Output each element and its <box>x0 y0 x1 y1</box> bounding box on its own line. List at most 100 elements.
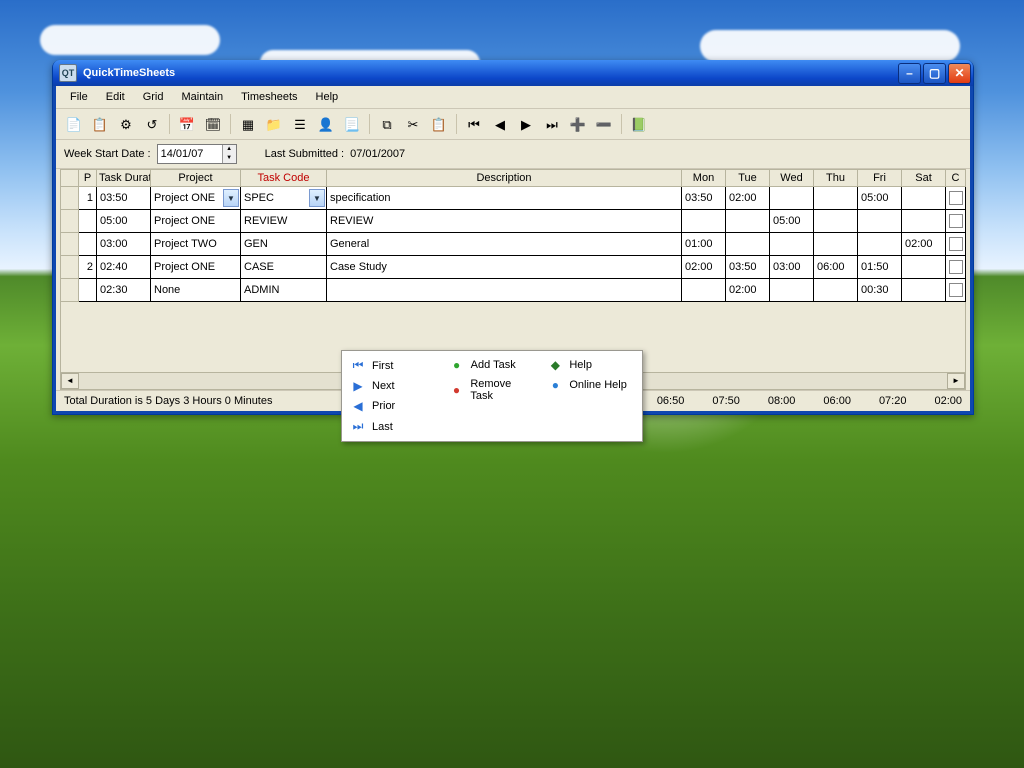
cell-p[interactable] <box>79 220 96 222</box>
title-bar[interactable]: QT QuickTimeSheets – ▢ ✕ <box>53 60 973 86</box>
close-button[interactable]: ✕ <box>948 63 971 84</box>
cell-mon[interactable] <box>682 220 725 222</box>
menu-timesheets[interactable]: Timesheets <box>233 89 305 105</box>
cell-fri[interactable] <box>858 243 901 245</box>
date-spinner[interactable]: ▲ ▼ <box>222 145 236 163</box>
cell-p[interactable]: 2 <box>79 260 96 274</box>
menu-help[interactable]: Help <box>308 89 347 105</box>
list-icon[interactable]: ☰ <box>288 112 312 136</box>
context-menu[interactable]: ⏮First▶Next◀Prior⏭Last ●Add Task●Remove … <box>341 350 643 442</box>
cell-description[interactable]: specification <box>327 191 681 205</box>
cell-sat[interactable]: 02:00 <box>902 237 945 251</box>
col-tue[interactable]: Tue <box>726 170 770 187</box>
cell-mon[interactable] <box>682 289 725 291</box>
cell-sat[interactable] <box>902 289 945 291</box>
cell-fri[interactable]: 00:30 <box>858 283 901 297</box>
cell-project[interactable]: Project TWO <box>151 237 240 251</box>
row-checkbox[interactable] <box>949 260 963 274</box>
copy-icon[interactable]: ⧉ <box>375 112 399 136</box>
col-wed[interactable]: Wed <box>770 170 814 187</box>
cell-p[interactable]: 1 <box>79 191 96 205</box>
cell-tue[interactable]: 03:50 <box>726 260 769 274</box>
cell-task-code[interactable]: ADMIN <box>241 283 326 297</box>
ctx-remove-task[interactable]: ●Remove Task <box>443 375 542 405</box>
cell-duration[interactable]: 02:40 <box>97 260 150 274</box>
ctx-add-task[interactable]: ●Add Task <box>443 355 542 375</box>
cell-thu[interactable]: 06:00 <box>814 260 857 274</box>
cell-p[interactable] <box>79 243 96 245</box>
col-thu[interactable]: Thu <box>814 170 858 187</box>
maximize-button[interactable]: ▢ <box>923 63 946 84</box>
menu-edit[interactable]: Edit <box>98 89 133 105</box>
cell-description[interactable]: REVIEW <box>327 214 681 228</box>
cell-wed[interactable]: 03:00 <box>770 260 813 274</box>
col-fri[interactable]: Fri <box>858 170 902 187</box>
menu-grid[interactable]: Grid <box>135 89 172 105</box>
ctx-online-help[interactable]: ●Online Help <box>541 375 640 395</box>
settings-icon[interactable]: ⚙ <box>114 112 138 136</box>
cell-project[interactable]: Project ONE <box>151 191 223 205</box>
cell-tue[interactable] <box>726 220 769 222</box>
cell-mon[interactable]: 01:00 <box>682 237 725 251</box>
first-icon[interactable]: ⏮ <box>462 112 486 136</box>
cell-duration[interactable]: 03:50 <box>97 191 150 205</box>
table-row[interactable]: 202:40Project ONECASECase Study02:0003:5… <box>61 256 966 279</box>
row-checkbox[interactable] <box>949 214 963 228</box>
cell-description[interactable]: General <box>327 237 681 251</box>
cut-icon[interactable]: ✂ <box>401 112 425 136</box>
folder-icon[interactable]: 📁 <box>262 112 286 136</box>
cell-task-code[interactable]: REVIEW <box>241 214 326 228</box>
cell-duration[interactable]: 05:00 <box>97 214 150 228</box>
row-checkbox[interactable] <box>949 283 963 297</box>
prior-icon[interactable]: ◀ <box>488 112 512 136</box>
cell-wed[interactable]: 05:00 <box>770 214 813 228</box>
cell-wed[interactable] <box>770 289 813 291</box>
scroll-left-icon[interactable]: ◄ <box>61 373 79 389</box>
minimize-button[interactable]: – <box>898 63 921 84</box>
cell-duration[interactable]: 03:00 <box>97 237 150 251</box>
menu-file[interactable]: File <box>62 89 96 105</box>
cell-project[interactable]: Project ONE <box>151 214 240 228</box>
grid-icon[interactable]: ▦ <box>236 112 260 136</box>
ctx-first[interactable]: ⏮First <box>344 355 443 376</box>
help-icon[interactable]: 📗 <box>627 112 651 136</box>
properties-icon[interactable]: 📋 <box>88 112 112 136</box>
col-description[interactable]: Description <box>327 170 682 187</box>
cell-description[interactable] <box>327 289 681 291</box>
next-icon[interactable]: ▶ <box>514 112 538 136</box>
scroll-right-icon[interactable]: ► <box>947 373 965 389</box>
cell-tue[interactable]: 02:00 <box>726 191 769 205</box>
timesheet-grid[interactable]: P Task Duration Project Task Code Descri… <box>60 169 966 302</box>
col-mon[interactable]: Mon <box>682 170 726 187</box>
col-sat[interactable]: Sat <box>902 170 946 187</box>
table-row[interactable]: 05:00Project ONEREVIEWREVIEW05:00 <box>61 210 966 233</box>
cell-fri[interactable]: 01:50 <box>858 260 901 274</box>
cell-fri[interactable] <box>858 220 901 222</box>
cell-project[interactable]: None <box>151 283 240 297</box>
last-icon[interactable]: ⏭ <box>540 112 564 136</box>
cell-tue[interactable] <box>726 243 769 245</box>
cell-duration[interactable]: 02:30 <box>97 283 150 297</box>
cell-task-code[interactable]: CASE <box>241 260 326 274</box>
cell-description[interactable]: Case Study <box>327 260 681 274</box>
cell-mon[interactable]: 02:00 <box>682 260 725 274</box>
cell-wed[interactable] <box>770 243 813 245</box>
spin-down-icon[interactable]: ▼ <box>222 154 236 163</box>
ctx-next[interactable]: ▶Next <box>344 376 443 396</box>
spin-up-icon[interactable]: ▲ <box>222 145 236 154</box>
cell-fri[interactable]: 05:00 <box>858 191 901 205</box>
col-c[interactable]: C <box>946 170 966 187</box>
cell-task-code[interactable]: GEN <box>241 237 326 251</box>
add-icon[interactable]: ➕ <box>566 112 590 136</box>
week-start-date-input[interactable] <box>158 148 222 160</box>
dropdown-icon[interactable]: ▼ <box>309 189 325 207</box>
cell-sat[interactable] <box>902 220 945 222</box>
ctx-help[interactable]: ◆Help <box>541 355 640 375</box>
cell-mon[interactable]: 03:50 <box>682 191 725 205</box>
cell-thu[interactable] <box>814 243 857 245</box>
cell-thu[interactable] <box>814 289 857 291</box>
table-row[interactable]: 103:50Project ONE▼SPEC▼specification03:5… <box>61 187 966 210</box>
ctx-prior[interactable]: ◀Prior <box>344 396 443 416</box>
paste-icon[interactable]: 📋 <box>427 112 451 136</box>
cell-task-code[interactable]: SPEC <box>241 191 309 205</box>
